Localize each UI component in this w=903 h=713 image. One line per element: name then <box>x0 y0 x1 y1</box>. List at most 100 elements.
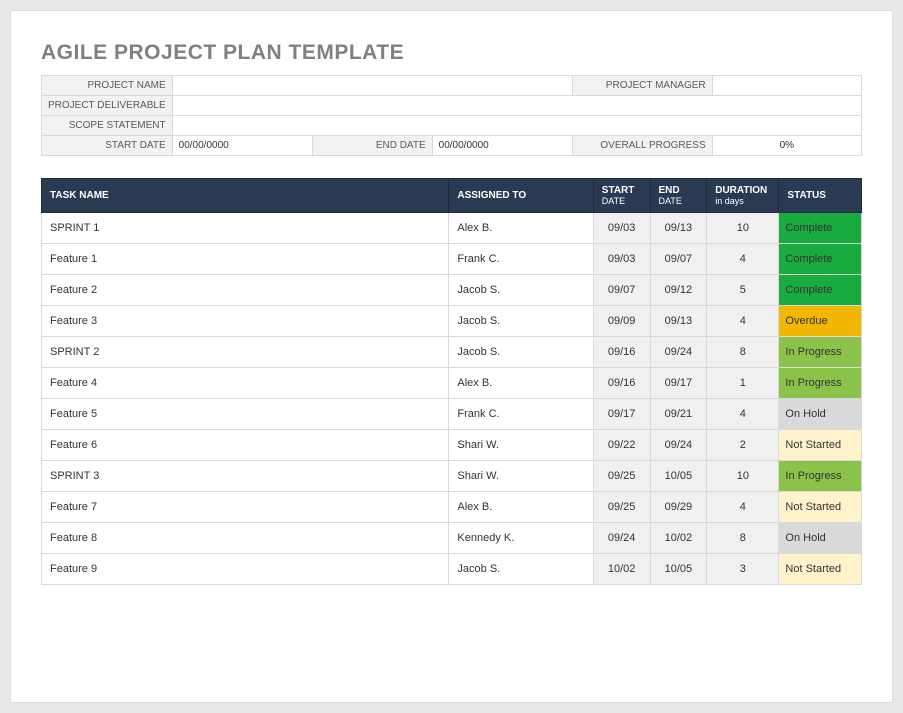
project-manager-label: PROJECT MANAGER <box>572 76 712 96</box>
cell-assigned[interactable]: Alex B. <box>449 213 593 244</box>
cell-end-date[interactable]: 09/07 <box>650 244 707 275</box>
cell-status[interactable]: In Progress <box>779 461 862 492</box>
cell-duration[interactable]: 3 <box>707 554 779 585</box>
cell-start-date[interactable]: 09/16 <box>593 368 650 399</box>
overall-progress-value[interactable]: 0% <box>712 136 861 156</box>
col-end-date: END DATE <box>650 179 707 213</box>
cell-status[interactable]: On Hold <box>779 399 862 430</box>
table-row: Feature 9Jacob S.10/0210/053Not Started <box>42 554 862 585</box>
cell-status[interactable]: Not Started <box>779 554 862 585</box>
cell-task[interactable]: Feature 8 <box>42 523 449 554</box>
cell-assigned[interactable]: Jacob S. <box>449 337 593 368</box>
project-manager-value[interactable] <box>712 76 861 96</box>
cell-duration[interactable]: 1 <box>707 368 779 399</box>
col-end-sub: DATE <box>659 196 699 206</box>
cell-task[interactable]: Feature 1 <box>42 244 449 275</box>
cell-start-date[interactable]: 09/24 <box>593 523 650 554</box>
col-assigned: ASSIGNED TO <box>449 179 593 213</box>
col-start-sub: DATE <box>602 196 642 206</box>
cell-end-date[interactable]: 10/02 <box>650 523 707 554</box>
cell-duration[interactable]: 10 <box>707 461 779 492</box>
deliverable-value[interactable] <box>172 96 861 116</box>
cell-start-date[interactable]: 09/25 <box>593 461 650 492</box>
start-date-label: START DATE <box>42 136 173 156</box>
cell-task[interactable]: SPRINT 1 <box>42 213 449 244</box>
cell-duration[interactable]: 2 <box>707 430 779 461</box>
cell-start-date[interactable]: 09/22 <box>593 430 650 461</box>
cell-start-date[interactable]: 09/17 <box>593 399 650 430</box>
cell-end-date[interactable]: 09/24 <box>650 430 707 461</box>
cell-status[interactable]: In Progress <box>779 368 862 399</box>
cell-assigned[interactable]: Alex B. <box>449 492 593 523</box>
cell-end-date[interactable]: 09/29 <box>650 492 707 523</box>
cell-duration[interactable]: 8 <box>707 523 779 554</box>
cell-start-date[interactable]: 09/16 <box>593 337 650 368</box>
cell-status[interactable]: Overdue <box>779 306 862 337</box>
cell-assigned[interactable]: Frank C. <box>449 399 593 430</box>
cell-status[interactable]: In Progress <box>779 337 862 368</box>
task-table-body: SPRINT 1Alex B.09/0309/1310CompleteFeatu… <box>42 213 862 585</box>
end-date-label: END DATE <box>312 136 432 156</box>
table-row: Feature 7Alex B.09/2509/294Not Started <box>42 492 862 523</box>
end-date-value[interactable]: 00/00/0000 <box>432 136 572 156</box>
cell-start-date[interactable]: 09/09 <box>593 306 650 337</box>
cell-status[interactable]: Not Started <box>779 430 862 461</box>
cell-task[interactable]: Feature 6 <box>42 430 449 461</box>
col-start-date: START DATE <box>593 179 650 213</box>
cell-assigned[interactable]: Alex B. <box>449 368 593 399</box>
cell-duration[interactable]: 4 <box>707 492 779 523</box>
scope-value[interactable] <box>172 116 861 136</box>
cell-task[interactable]: Feature 2 <box>42 275 449 306</box>
cell-task[interactable]: Feature 3 <box>42 306 449 337</box>
table-row: Feature 6Shari W.09/2209/242Not Started <box>42 430 862 461</box>
cell-duration[interactable]: 10 <box>707 213 779 244</box>
cell-status[interactable]: Complete <box>779 213 862 244</box>
table-row: SPRINT 1Alex B.09/0309/1310Complete <box>42 213 862 244</box>
cell-start-date[interactable]: 10/02 <box>593 554 650 585</box>
cell-start-date[interactable]: 09/03 <box>593 244 650 275</box>
cell-status[interactable]: Complete <box>779 244 862 275</box>
cell-start-date[interactable]: 09/25 <box>593 492 650 523</box>
cell-status[interactable]: Not Started <box>779 492 862 523</box>
cell-start-date[interactable]: 09/03 <box>593 213 650 244</box>
cell-status[interactable]: On Hold <box>779 523 862 554</box>
cell-end-date[interactable]: 09/17 <box>650 368 707 399</box>
cell-assigned[interactable]: Frank C. <box>449 244 593 275</box>
cell-duration[interactable]: 4 <box>707 399 779 430</box>
cell-duration[interactable]: 4 <box>707 244 779 275</box>
cell-assigned[interactable]: Shari W. <box>449 430 593 461</box>
cell-duration[interactable]: 5 <box>707 275 779 306</box>
cell-task[interactable]: SPRINT 3 <box>42 461 449 492</box>
cell-task[interactable]: SPRINT 2 <box>42 337 449 368</box>
col-duration-main: DURATION <box>715 185 767 196</box>
cell-assigned[interactable]: Shari W. <box>449 461 593 492</box>
task-table: TASK NAME ASSIGNED TO START DATE END DAT… <box>41 178 862 585</box>
cell-end-date[interactable]: 10/05 <box>650 554 707 585</box>
table-row: SPRINT 2Jacob S.09/1609/248In Progress <box>42 337 862 368</box>
col-end-main: END <box>659 185 680 196</box>
cell-task[interactable]: Feature 7 <box>42 492 449 523</box>
cell-duration[interactable]: 4 <box>707 306 779 337</box>
cell-assigned[interactable]: Kennedy K. <box>449 523 593 554</box>
cell-start-date[interactable]: 09/07 <box>593 275 650 306</box>
cell-end-date[interactable]: 09/12 <box>650 275 707 306</box>
cell-end-date[interactable]: 09/13 <box>650 306 707 337</box>
cell-status[interactable]: Complete <box>779 275 862 306</box>
project-info-table: PROJECT NAME PROJECT MANAGER PROJECT DEL… <box>41 75 862 156</box>
cell-assigned[interactable]: Jacob S. <box>449 275 593 306</box>
cell-task[interactable]: Feature 4 <box>42 368 449 399</box>
task-table-header-row: TASK NAME ASSIGNED TO START DATE END DAT… <box>42 179 862 213</box>
cell-assigned[interactable]: Jacob S. <box>449 306 593 337</box>
cell-end-date[interactable]: 09/21 <box>650 399 707 430</box>
cell-end-date[interactable]: 09/24 <box>650 337 707 368</box>
cell-end-date[interactable]: 10/05 <box>650 461 707 492</box>
project-name-value[interactable] <box>172 76 572 96</box>
cell-end-date[interactable]: 09/13 <box>650 213 707 244</box>
page-title: AGILE PROJECT PLAN TEMPLATE <box>41 41 862 65</box>
start-date-value[interactable]: 00/00/0000 <box>172 136 312 156</box>
cell-assigned[interactable]: Jacob S. <box>449 554 593 585</box>
scope-label: SCOPE STATEMENT <box>42 116 173 136</box>
cell-task[interactable]: Feature 5 <box>42 399 449 430</box>
cell-duration[interactable]: 8 <box>707 337 779 368</box>
cell-task[interactable]: Feature 9 <box>42 554 449 585</box>
